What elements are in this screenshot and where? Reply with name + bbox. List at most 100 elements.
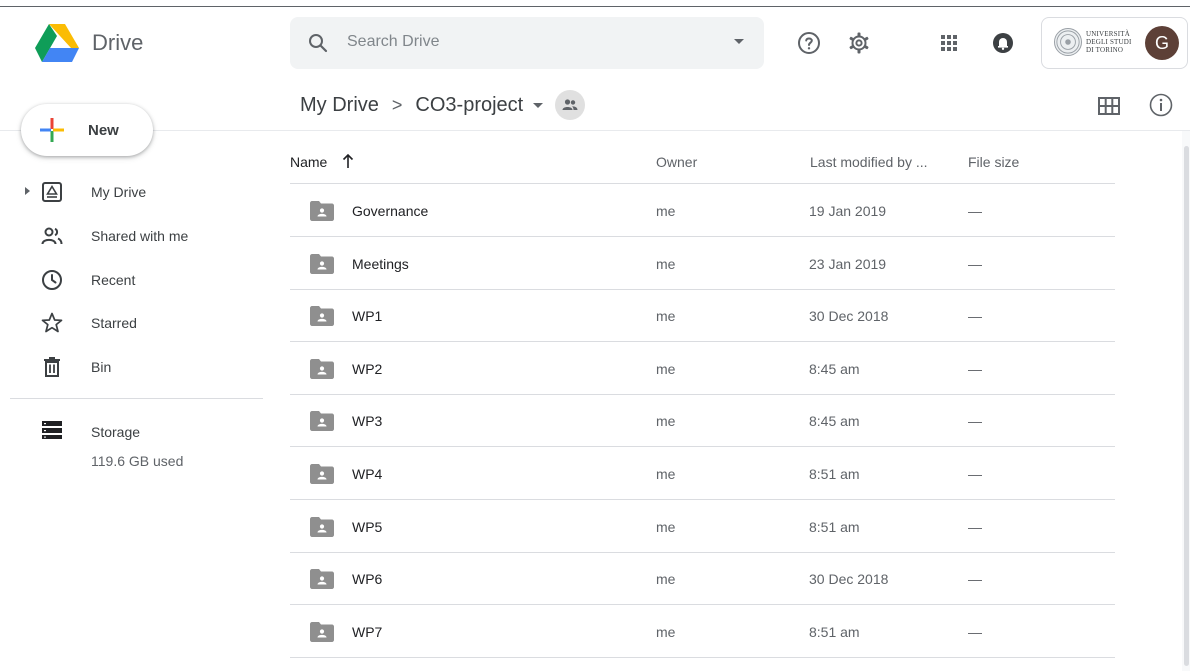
sidebar-item-shared-with-me[interactable]: Shared with me (0, 217, 270, 255)
file-name[interactable]: WP6 (352, 571, 382, 587)
file-last-modified: 8:51 am (809, 623, 860, 640)
file-owner: me (656, 203, 676, 219)
shared-folder-icon (310, 516, 334, 537)
shared-folder-icon (310, 253, 334, 274)
file-name[interactable]: WP7 (352, 624, 382, 640)
bin-icon (44, 357, 60, 377)
file-name[interactable]: WP1 (352, 308, 382, 324)
shared-icon (41, 227, 63, 245)
file-owner: me (656, 308, 676, 325)
shared-folder-icon (310, 569, 334, 590)
shared-folder-icon (310, 411, 334, 432)
file-owner: me (656, 623, 676, 640)
plus-icon (40, 118, 64, 142)
search-icon[interactable] (306, 31, 330, 55)
sidebar-item-label: Bin (91, 359, 112, 375)
file-size: — (968, 308, 982, 325)
app-name[interactable]: Drive (92, 30, 143, 56)
file-last-modified: 8:51 am (809, 466, 860, 482)
toolbar-divider (0, 130, 1190, 131)
file-name[interactable]: WP2 (352, 361, 382, 377)
table-row[interactable]: Governance me 19 Jan 2019 — (290, 184, 1115, 237)
sidebar-item-my-drive[interactable]: My Drive (0, 173, 270, 211)
file-last-modified: 8:45 am (809, 360, 860, 377)
storage-used-text: 119.6 GB used (91, 453, 184, 469)
shared-folder-icon (310, 201, 334, 221)
sidebar-item-recent[interactable]: Recent (0, 261, 270, 299)
search-options-caret-icon[interactable] (734, 39, 744, 44)
star-icon (41, 312, 63, 333)
university-seal-icon (1054, 28, 1082, 56)
column-header-last-modified[interactable]: Last modified by ... (810, 154, 928, 170)
sidebar-item-bin[interactable]: Bin (0, 348, 270, 386)
column-header-file-size[interactable]: File size (968, 154, 1019, 170)
file-last-modified: 8:51 am (809, 518, 860, 535)
table-row[interactable]: WP6 me 30 Dec 2018 — (290, 552, 1115, 606)
help-icon[interactable] (796, 30, 822, 56)
grid-view-icon[interactable] (1097, 94, 1121, 118)
settings-icon[interactable] (846, 30, 872, 56)
avatar[interactable]: G (1145, 26, 1179, 60)
sidebar-item-label: Starred (91, 315, 137, 331)
file-name[interactable]: WP4 (352, 466, 382, 482)
sidebar-item-label: Recent (91, 272, 136, 288)
new-button[interactable]: New (21, 104, 153, 156)
file-owner: me (656, 413, 676, 430)
sidebar-item-starred[interactable]: Starred (0, 304, 270, 342)
table-row[interactable]: WP2 me 8:45 am — (290, 342, 1115, 395)
table-row[interactable]: WP7 me 8:51 am — (290, 605, 1115, 658)
file-owner: me (656, 466, 676, 482)
table-row[interactable]: WP5 me 8:51 am — (290, 500, 1115, 553)
breadcrumb-my-drive[interactable]: My Drive (300, 94, 379, 117)
expand-arrow-icon[interactable] (25, 187, 30, 195)
table-row[interactable]: WP1 me 30 Dec 2018 — (290, 289, 1115, 343)
storage-icon (42, 421, 62, 439)
clock-icon (42, 270, 62, 290)
shared-folder-icon (310, 464, 334, 484)
notifications-icon[interactable] (990, 30, 1016, 56)
breadcrumb-separator: > (391, 94, 403, 115)
table-row[interactable]: Meetings me 23 Jan 2019 — (290, 237, 1115, 290)
file-last-modified: 23 Jan 2019 (809, 255, 887, 272)
file-last-modified: 8:45 am (809, 413, 860, 430)
scrollbar-thumb[interactable] (1184, 146, 1189, 666)
search-bar[interactable]: Search Drive (290, 17, 764, 69)
new-button-label: New (88, 122, 119, 139)
storage-label[interactable]: Storage (91, 424, 140, 440)
file-last-modified: 30 Dec 2018 (809, 308, 889, 325)
apps-icon[interactable] (936, 30, 962, 56)
breadcrumb: My Drive > CO3-project (300, 90, 586, 120)
search-input[interactable]: Search Drive (347, 33, 439, 51)
file-owner: me (656, 571, 676, 588)
organization-name: UNIVERSITÀ DEGLI STUDI DI TORINO (1086, 30, 1132, 54)
sidebar-item-label: My Drive (91, 184, 147, 200)
file-owner: me (656, 518, 676, 535)
shared-folder-icon[interactable] (555, 90, 586, 120)
file-size: — (968, 360, 982, 377)
sidebar-item-label: Shared with me (91, 228, 189, 244)
column-header-owner[interactable]: Owner (656, 154, 697, 170)
file-name[interactable]: WP3 (352, 413, 382, 429)
file-size: — (968, 623, 982, 640)
file-size: — (968, 203, 982, 219)
file-name[interactable]: Governance (352, 203, 428, 219)
file-size: — (968, 466, 982, 482)
table-row[interactable]: WP3 me 8:45 am — (290, 394, 1115, 448)
org-line-3: DI TORINO (1086, 46, 1124, 54)
org-line-1: UNIVERSITÀ (1086, 30, 1130, 38)
column-header-name[interactable]: Name (290, 154, 327, 170)
account-switcher[interactable]: UNIVERSITÀ DEGLI STUDI DI TORINO G (1041, 17, 1188, 69)
info-icon[interactable] (1148, 92, 1174, 118)
file-name[interactable]: WP5 (352, 519, 382, 535)
file-name[interactable]: Meetings (352, 256, 409, 272)
breadcrumb-current-folder[interactable]: CO3-project (415, 94, 523, 117)
table-row[interactable]: WP4 me 8:51 am — (290, 447, 1115, 500)
drive-logo-icon[interactable] (35, 24, 79, 62)
window-top-border (0, 6, 1190, 7)
shared-folder-icon (310, 358, 334, 379)
my-drive-icon (42, 182, 62, 202)
folder-menu-caret-icon[interactable] (533, 102, 544, 108)
file-last-modified: 19 Jan 2019 (809, 203, 887, 219)
sort-ascending-arrow-icon[interactable] (340, 152, 356, 170)
org-line-2: DEGLI STUDI (1086, 38, 1132, 46)
